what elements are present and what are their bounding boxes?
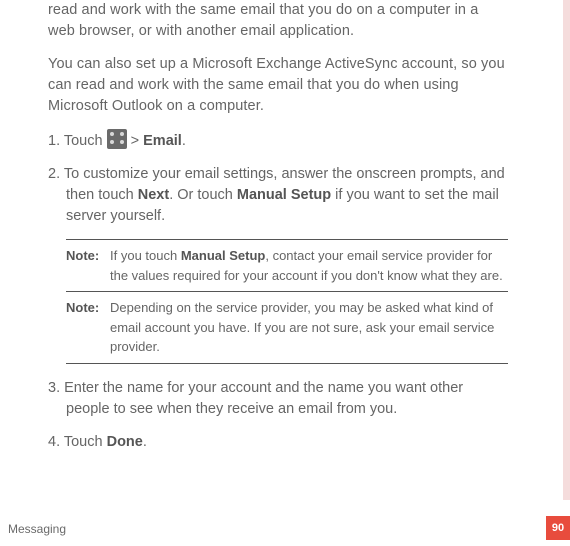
step-4-bold: Done — [107, 434, 143, 450]
note-1: Note: If you touch Manual Setup, contact… — [66, 239, 508, 292]
note-1-a: If you touch — [110, 248, 181, 263]
note-1-text: If you touch Manual Setup, contact your … — [110, 246, 508, 285]
step-2-mid: . Or touch — [169, 187, 237, 203]
step-2-bold-2: Manual Setup — [237, 187, 331, 203]
step-2: 2. To customize your email settings, ans… — [48, 164, 508, 227]
note-2: Note: Depending on the service provider,… — [66, 292, 508, 364]
note-1-b: Manual Setup — [181, 248, 266, 263]
step-1-prefix: 1. Touch — [48, 133, 107, 149]
side-stripe — [563, 0, 570, 500]
footer-section-label: Messaging — [8, 522, 66, 536]
step-1-suffix: . — [182, 133, 186, 149]
page-content: read and work with the same email that y… — [0, 0, 540, 453]
intro-paragraph-1: read and work with the same email that y… — [48, 0, 508, 42]
intro-paragraph-2: You can also set up a Microsoft Exchange… — [48, 54, 508, 117]
step-4-suffix: . — [143, 434, 147, 450]
step-2-bold-1: Next — [138, 187, 169, 203]
note-2-label: Note: — [66, 298, 110, 357]
step-4-prefix: 4. Touch — [48, 434, 107, 450]
step-4: 4. Touch Done. — [48, 432, 508, 453]
step-1: 1. Touch > Email. — [48, 129, 508, 152]
step-1-bold: Email — [143, 133, 182, 149]
step-1-sep: > — [127, 133, 144, 149]
note-1-label: Note: — [66, 246, 110, 285]
page-number-tab: 90 — [546, 516, 570, 540]
note-2-text: Depending on the service provider, you m… — [110, 298, 508, 357]
step-3: 3. Enter the name for your account and t… — [48, 378, 508, 420]
apps-grid-icon — [107, 129, 127, 149]
